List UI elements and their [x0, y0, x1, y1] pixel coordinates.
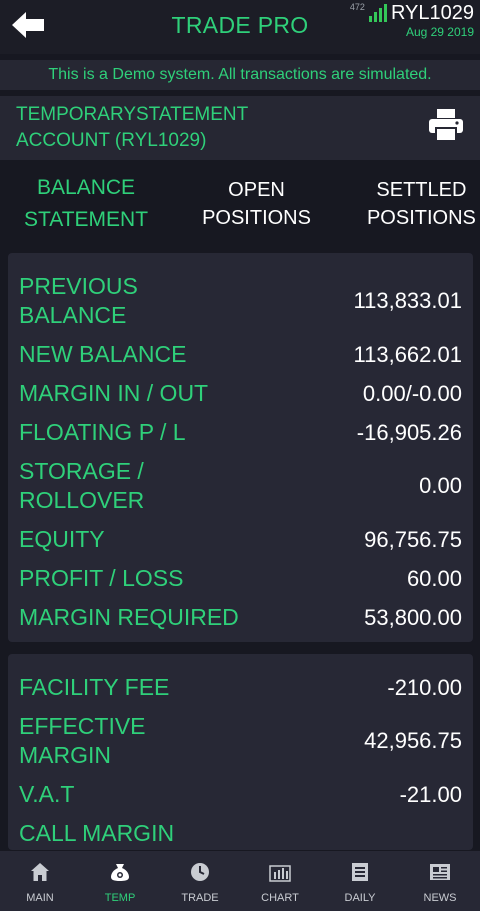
balance-card: PREVIOUS BALANCE 113,833.01 NEW BALANCE … — [8, 253, 473, 642]
signal-strength: 472 — [349, 2, 365, 12]
previous-balance-label: PREVIOUS BALANCE — [19, 273, 138, 328]
row-floating-pl: FLOATING P / L -16,905.26 — [8, 413, 473, 452]
storage-rollover-label: STORAGE / ROLLOVER — [19, 458, 145, 513]
document-icon — [349, 861, 371, 883]
newspaper-icon — [429, 861, 451, 883]
nav-chart[interactable]: CHART — [240, 851, 320, 911]
row-storage-rollover: STORAGE / ROLLOVER 0.00 — [8, 452, 473, 520]
vat-label: V.A.T — [19, 781, 75, 807]
call-margin-label: CALL MARGIN — [19, 820, 175, 846]
tab-settled-positions[interactable]: SETTLED POSITIONS — [341, 164, 480, 244]
account-id: RYL1029 — [390, 2, 474, 24]
profit-loss-value: 60.00 — [406, 565, 462, 591]
bottom-nav: MAIN TEMP TRADE CHART DAILY NEWS — [0, 851, 480, 911]
nav-trade-label: TRADE — [181, 892, 219, 904]
row-margin-in-out: MARGIN IN / OUT 0.00/-0.00 — [8, 374, 473, 413]
account-date: Aug 29 2019 — [405, 25, 474, 39]
nav-trade[interactable]: TRADE — [160, 851, 240, 911]
nav-daily[interactable]: DAILY — [320, 851, 400, 911]
nav-main[interactable]: MAIN — [0, 851, 80, 911]
tab-open-positions[interactable]: OPEN POSITIONS — [172, 164, 341, 244]
demo-banner: This is a Demo system. All transactions … — [0, 60, 480, 90]
row-profit-loss: PROFIT / LOSS 60.00 — [8, 559, 473, 598]
equity-label: EQUITY — [19, 526, 105, 552]
row-new-balance: NEW BALANCE 113,662.01 — [8, 335, 473, 374]
effective-margin-label: EFFECTIVE MARGIN — [19, 713, 146, 768]
top-bar: TRADE PRO 472 RYL1029 Aug 29 2019 — [0, 0, 480, 54]
statement-tabs: BALANCE STATEMENT OPEN POSITIONS SETTLED… — [0, 164, 480, 244]
statement-title: TEMPORARYSTATEMENT ACCOUNT (RYL1029) — [16, 104, 248, 151]
printer-icon — [429, 109, 463, 142]
row-previous-balance: PREVIOUS BALANCE 113,833.01 — [8, 267, 473, 335]
margin-in-out-label: MARGIN IN / OUT — [19, 380, 209, 406]
tab-balance-statement[interactable]: BALANCE STATEMENT — [0, 164, 172, 244]
nav-temp[interactable]: TEMP — [80, 851, 160, 911]
home-icon — [29, 861, 51, 883]
row-facility-fee: FACILITY FEE -210.00 — [8, 668, 473, 707]
new-balance-label: NEW BALANCE — [19, 341, 187, 367]
vat-value: -21.00 — [399, 781, 462, 807]
money-bag-icon — [109, 861, 131, 883]
margin-in-out-value: 0.00/-0.00 — [362, 380, 462, 406]
print-button[interactable] — [428, 108, 464, 142]
previous-balance-value: 113,833.01 — [353, 288, 462, 313]
nav-daily-label: DAILY — [344, 892, 376, 904]
row-margin-required: MARGIN REQUIRED 53,800.00 — [8, 598, 473, 637]
row-effective-margin: EFFECTIVE MARGIN 42,956.75 — [8, 707, 473, 775]
row-call-margin: CALL MARGIN -- — [8, 814, 473, 850]
nav-chart-label: CHART — [261, 892, 299, 904]
nav-temp-label: TEMP — [104, 892, 136, 904]
account-info: 472 RYL1029 Aug 29 2019 — [350, 2, 474, 39]
nav-news-label: NEWS — [423, 892, 457, 904]
margin-required-label: MARGIN REQUIRED — [19, 604, 239, 630]
row-vat: V.A.T -21.00 — [8, 775, 473, 814]
statement-header: TEMPORARYSTATEMENT ACCOUNT (RYL1029) — [0, 96, 480, 160]
clock-icon — [189, 861, 211, 883]
row-equity: EQUITY 96,756.75 — [8, 520, 473, 559]
new-balance-value: 113,662.01 — [353, 341, 462, 367]
margin-required-value: 53,800.00 — [364, 604, 462, 630]
storage-rollover-value: 0.00 — [419, 473, 462, 498]
equity-value: 96,756.75 — [364, 526, 462, 552]
bar-chart-icon — [269, 861, 291, 883]
nav-main-label: MAIN — [26, 892, 54, 904]
facility-fee-value: -210.00 — [387, 674, 462, 700]
floating-pl-value: -16,905.26 — [356, 419, 462, 445]
effective-margin-value: 42,956.75 — [364, 728, 462, 753]
nav-news[interactable]: NEWS — [400, 851, 480, 911]
signal-bars-icon — [368, 2, 387, 22]
call-margin-value: -- — [447, 836, 462, 851]
profit-loss-label: PROFIT / LOSS — [19, 565, 184, 591]
floating-pl-label: FLOATING P / L — [19, 419, 186, 445]
facility-fee-label: FACILITY FEE — [19, 674, 170, 700]
fees-card: FACILITY FEE -210.00 EFFECTIVE MARGIN 42… — [8, 654, 473, 850]
